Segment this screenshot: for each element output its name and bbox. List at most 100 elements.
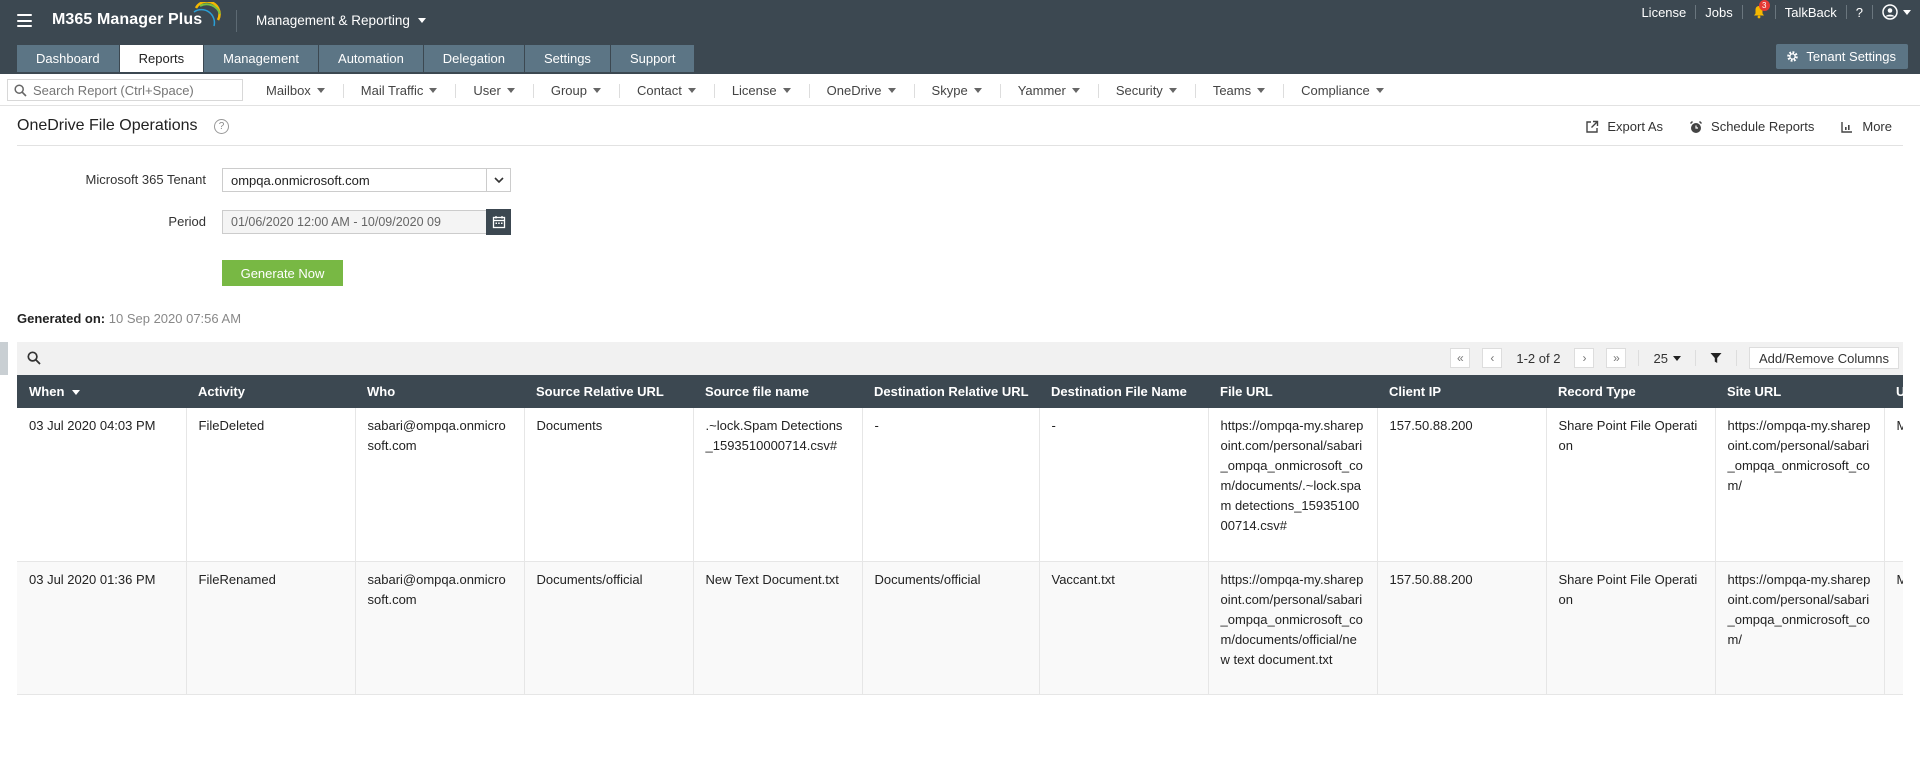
prev-page-button[interactable]: ‹ [1482, 348, 1503, 368]
col-header-who[interactable]: Who [355, 375, 524, 408]
chevron-down-icon [1168, 87, 1177, 93]
tenant-select[interactable]: ompqa.onmicrosoft.com [222, 168, 511, 192]
divider [1694, 350, 1696, 366]
chevron-down-icon [687, 87, 696, 93]
col-header-destination-file-name[interactable]: Destination File Name [1039, 375, 1208, 408]
calendar-button[interactable] [486, 209, 511, 235]
cell-record-type: Share Point File Operation [1546, 561, 1716, 695]
page-size-value: 25 [1653, 350, 1668, 366]
chevron-down-icon [1375, 87, 1384, 93]
col-header-file-url[interactable]: File URL [1208, 375, 1377, 408]
divider [1638, 350, 1640, 366]
help-link[interactable]: ? [1847, 0, 1872, 24]
chevron-down-icon [1903, 9, 1911, 15]
export-as-button[interactable]: Export As [1585, 119, 1663, 134]
top-links: License Jobs 3 TalkBack ? [1632, 0, 1920, 24]
jobs-link[interactable]: Jobs [1696, 0, 1741, 24]
col-header-site-url[interactable]: Site URL [1715, 375, 1884, 408]
tab-dashboard[interactable]: Dashboard [17, 45, 119, 72]
page-size-select[interactable]: 25 [1645, 351, 1688, 366]
cell-client-ip: 157.50.88.200 [1377, 408, 1547, 562]
search-icon [14, 83, 27, 97]
tab-reports[interactable]: Reports [119, 45, 204, 72]
menu-compliance[interactable]: Compliance [1283, 83, 1402, 98]
main-tabs: Dashboard Reports Management Automation … [17, 45, 695, 72]
menu-label: Contact [637, 82, 682, 98]
menu-mail-traffic[interactable]: Mail Traffic [342, 82, 456, 98]
tenant-settings-button[interactable]: Tenant Settings [1776, 44, 1908, 69]
col-header-record-type[interactable]: Record Type [1546, 375, 1715, 408]
grid-search-button[interactable] [27, 351, 41, 368]
menu-label: Group [550, 82, 587, 98]
menu-license[interactable]: License [713, 82, 809, 98]
col-header-client-ip[interactable]: Client IP [1377, 375, 1546, 408]
more-button[interactable]: More [1840, 119, 1892, 134]
table-row[interactable]: 03 Jul 2020 04:03 PM FileDeleted sabari@… [17, 408, 1903, 562]
tab-management[interactable]: Management [204, 45, 319, 72]
cell-site-url: https://ompqa-my.sharepoint.com/personal… [1715, 561, 1885, 695]
side-panel-toggle[interactable] [0, 342, 8, 375]
cell-when: 03 Jul 2020 01:36 PM [17, 561, 187, 695]
report-table-container: When Activity Who Source Relative URL So… [17, 375, 1903, 695]
menu-security[interactable]: Security [1097, 83, 1195, 98]
cell-truncated: M S 2 s ( [1884, 408, 1903, 562]
menu-label: OneDrive [826, 82, 882, 98]
cell-source-file-name: New Text Document.txt [693, 561, 863, 695]
user-menu[interactable] [1873, 0, 1920, 24]
export-as-label: Export As [1607, 119, 1664, 134]
report-table: When Activity Who Source Relative URL So… [17, 375, 1903, 695]
menu-label: User [473, 82, 501, 98]
menu-label: License [731, 82, 777, 98]
page-info: 1-2 of 2 [1516, 350, 1561, 366]
chevron-down-icon [506, 87, 515, 93]
tab-automation[interactable]: Automation [319, 45, 423, 72]
col-header-activity[interactable]: Activity [186, 375, 355, 408]
add-remove-columns-button[interactable]: Add/Remove Columns [1748, 347, 1899, 369]
filter-button[interactable] [1702, 352, 1730, 364]
menu-label: Mailbox [266, 82, 311, 98]
schedule-reports-button[interactable]: Schedule Reports [1689, 119, 1814, 134]
table-row[interactable]: 03 Jul 2020 01:36 PM FileRenamed sabari@… [17, 561, 1903, 695]
filter-icon [1710, 353, 1722, 363]
calendar-icon [492, 216, 505, 229]
menu-mailbox[interactable]: Mailbox [248, 83, 343, 98]
schedule-reports-label: Schedule Reports [1711, 119, 1815, 134]
hamburger-menu-icon[interactable] [17, 14, 32, 27]
col-header-when[interactable]: When [17, 375, 186, 408]
search-report-input[interactable] [33, 82, 233, 98]
help-icon[interactable]: ? [214, 119, 229, 134]
menu-yammer[interactable]: Yammer [999, 82, 1098, 98]
notifications-button[interactable]: 3 [1743, 0, 1775, 24]
tab-support[interactable]: Support [610, 45, 695, 72]
col-header-source-file-name[interactable]: Source file name [693, 375, 862, 408]
col-header-destination-relative-url[interactable]: Destination Relative URL [862, 375, 1039, 408]
menu-label: Mail Traffic [360, 82, 424, 98]
talkback-link[interactable]: TalkBack [1776, 0, 1846, 24]
tab-settings[interactable]: Settings [524, 45, 610, 72]
chevron-down-icon [417, 18, 426, 23]
col-header-truncated[interactable]: U [1884, 375, 1903, 408]
tab-delegation[interactable]: Delegation [423, 45, 524, 72]
menu-contact[interactable]: Contact [619, 83, 714, 98]
next-page-button[interactable]: › [1574, 348, 1595, 368]
menu-group[interactable]: Group [532, 82, 619, 98]
chevron-down-icon [1257, 87, 1266, 93]
app-logo[interactable]: M365 Manager Plus [52, 11, 202, 29]
product-switcher[interactable]: Management & Reporting [256, 13, 426, 28]
period-input[interactable]: 01/06/2020 12:00 AM - 10/09/2020 09 [222, 210, 487, 234]
cell-destination-relative-url: - [862, 408, 1040, 562]
license-link[interactable]: License [1632, 0, 1695, 24]
menu-user[interactable]: User [455, 83, 532, 98]
menu-onedrive[interactable]: OneDrive [808, 82, 914, 98]
generate-now-button[interactable]: Generate Now [222, 260, 343, 286]
search-report-box[interactable] [7, 79, 243, 101]
menu-teams[interactable]: Teams [1194, 83, 1283, 98]
pagination: « ‹ 1-2 of 2 › » 25 Add/Remove Columns [1444, 347, 1903, 369]
menu-label: Yammer [1017, 82, 1066, 98]
last-page-button[interactable]: » [1606, 348, 1627, 368]
first-page-button[interactable]: « [1450, 348, 1471, 368]
chevron-down-icon [782, 87, 791, 93]
top-header: M365 Manager Plus Management & Reporting… [0, 0, 1920, 74]
col-header-source-relative-url[interactable]: Source Relative URL [524, 375, 693, 408]
menu-skype[interactable]: Skype [913, 83, 1000, 98]
